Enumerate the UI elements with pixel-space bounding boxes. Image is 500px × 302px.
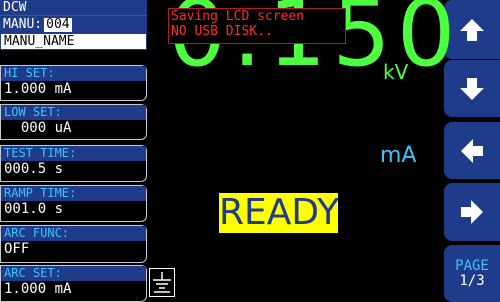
arc-set-field[interactable]: ARC SET: 1.000 mA (0, 265, 147, 302)
low-set-value: 000 uA (4, 120, 72, 136)
test-time-label: TEST TIME: (1, 146, 146, 161)
manu-name-field[interactable]: MANU_NAME (0, 33, 147, 50)
test-mode: DCW (3, 0, 27, 15)
manu-number-field[interactable]: 004 (44, 17, 72, 32)
usb-error-message: Saving LCD screen NO USB DISK.. (168, 8, 346, 44)
manu-label: MANU: (3, 17, 43, 32)
page-softkey[interactable]: PAGE 1/3 (444, 245, 500, 302)
test-time-field[interactable]: TEST TIME: 000.5 s (0, 145, 147, 182)
low-set-field[interactable]: LOW SET: 000 uA (0, 104, 147, 140)
message-line-1: Saving LCD screen (171, 9, 305, 24)
hi-set-field[interactable]: HI SET: 1.000 mA (0, 65, 147, 101)
ramp-time-label: RAMP TIME: (1, 186, 146, 201)
hi-set-label: HI SET: (1, 66, 146, 81)
page-number: 1/3 (459, 272, 485, 289)
arc-func-value: OFF (4, 241, 30, 257)
arc-set-value: 1.000 mA (4, 281, 72, 297)
test-mode-header: DCW (0, 0, 147, 16)
current-unit: mA (380, 143, 417, 168)
arc-set-label: ARC SET: (1, 266, 146, 281)
parameter-panel: DCW MANU: 004 MANU_NAME HI SET: 1.000 mA… (0, 0, 148, 302)
arrow-left-icon (461, 138, 483, 163)
ground-icon (149, 268, 175, 297)
ramp-time-value: 001.0 s (4, 201, 64, 217)
status-indicator: READY (219, 192, 340, 233)
arrow-right-icon (461, 200, 483, 224)
manu-name: MANU_NAME (4, 34, 75, 49)
right-softkey[interactable] (444, 183, 500, 241)
arc-func-label: ARC FUNC: (1, 226, 146, 241)
page-label: PAGE (455, 257, 489, 274)
arrow-up-icon (460, 18, 484, 41)
message-line-2: NO USB DISK.. (171, 24, 273, 39)
arrow-down-icon (460, 77, 484, 100)
hi-set-value: 1.000 mA (4, 81, 72, 97)
left-softkey[interactable] (444, 122, 500, 179)
manu-row[interactable]: MANU: 004 (0, 16, 147, 33)
ramp-time-field[interactable]: RAMP TIME: 001.0 s (0, 185, 147, 222)
test-time-value: 000.5 s (4, 161, 64, 177)
low-set-label: LOW SET: (1, 105, 146, 120)
arc-func-field[interactable]: ARC FUNC: OFF (0, 225, 147, 263)
